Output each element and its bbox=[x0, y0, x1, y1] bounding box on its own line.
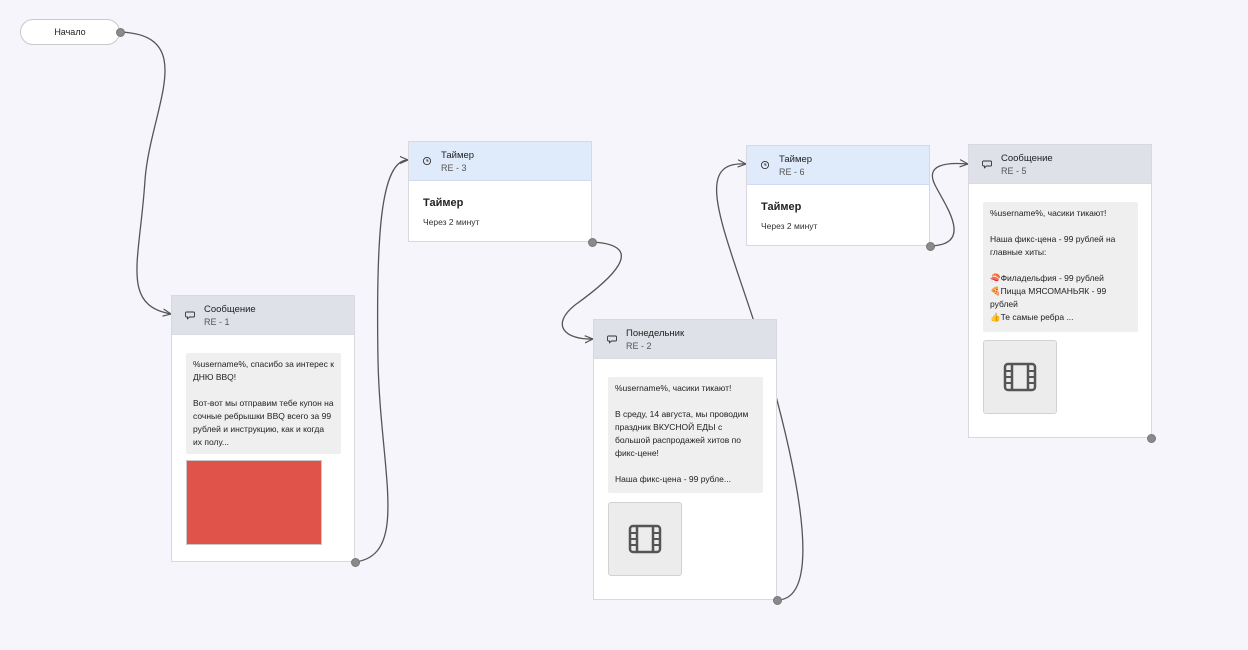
message-text-bubble: %username%, спасибо за интерес к ДНЮ BBQ… bbox=[186, 353, 341, 454]
node-title: Сообщение bbox=[1001, 153, 1053, 164]
start-output-port[interactable] bbox=[116, 28, 125, 37]
timer-body: Таймер Через 2 минут bbox=[747, 185, 929, 247]
message-node-re1[interactable]: Сообщение RE - 1 %username%, спасибо за … bbox=[171, 295, 355, 562]
start-label: Начало bbox=[54, 27, 86, 37]
message-node-re2[interactable]: Понедельник RE - 2 %username%, часики ти… bbox=[593, 319, 777, 600]
node-title: Таймер bbox=[441, 150, 475, 161]
start-node[interactable]: Начало bbox=[20, 19, 120, 45]
clock-icon bbox=[760, 160, 770, 170]
chat-bubble-icon bbox=[185, 311, 195, 320]
msg1-output-port[interactable] bbox=[351, 558, 360, 567]
node-subtitle: RE - 5 bbox=[1001, 166, 1027, 176]
node-title: Понедельник bbox=[626, 328, 685, 339]
node-subtitle: RE - 3 bbox=[441, 163, 467, 173]
film-icon bbox=[1003, 362, 1037, 392]
message-image bbox=[186, 460, 322, 545]
timer-node-re3[interactable]: Таймер RE - 3 Таймер Через 2 минут bbox=[408, 141, 592, 242]
timer-body-title: Таймер bbox=[423, 197, 464, 209]
edge-timer6-to-msg5 bbox=[929, 163, 968, 247]
message-text-bubble: %username%, часики тикают! Наша фикс-цен… bbox=[983, 202, 1138, 332]
timer6-output-port[interactable] bbox=[926, 242, 935, 251]
clock-icon bbox=[422, 156, 432, 166]
message-text-bubble: %username%, часики тикают! В среду, 14 а… bbox=[608, 377, 763, 493]
timer-body-title: Таймер bbox=[761, 201, 802, 213]
video-attachment bbox=[983, 340, 1057, 414]
node-header: Таймер RE - 3 bbox=[409, 142, 591, 181]
node-title: Таймер bbox=[779, 154, 813, 165]
edge-start-to-msg1 bbox=[119, 31, 171, 314]
timer-node-re6[interactable]: Таймер RE - 6 Таймер Через 2 минут bbox=[746, 145, 930, 246]
monday2-output-port[interactable] bbox=[773, 596, 782, 605]
timer-delay-text: Через 2 минут bbox=[761, 221, 818, 231]
chat-bubble-icon bbox=[607, 335, 617, 344]
node-header: Таймер RE - 6 bbox=[747, 146, 929, 185]
msg5-output-port[interactable] bbox=[1147, 434, 1156, 443]
edge-msg1-to-timer3 bbox=[354, 160, 408, 563]
node-header: Сообщение RE - 1 bbox=[172, 296, 354, 335]
timer-delay-text: Через 2 минут bbox=[423, 217, 480, 227]
timer-body: Таймер Через 2 минут bbox=[409, 181, 591, 243]
timer3-output-port[interactable] bbox=[588, 238, 597, 247]
node-header: Понедельник RE - 2 bbox=[594, 320, 776, 359]
node-title: Сообщение bbox=[204, 304, 256, 315]
node-subtitle: RE - 1 bbox=[204, 317, 230, 327]
node-header: Сообщение RE - 5 bbox=[969, 145, 1151, 184]
chat-bubble-icon bbox=[982, 160, 992, 169]
film-icon bbox=[628, 524, 662, 554]
node-subtitle: RE - 6 bbox=[779, 167, 805, 177]
flow-canvas[interactable]: Начало Сообщение RE - 1 %username%, спас… bbox=[0, 0, 1248, 650]
video-attachment bbox=[608, 502, 682, 576]
message-node-re5[interactable]: Сообщение RE - 5 %username%, часики тика… bbox=[968, 144, 1152, 438]
node-subtitle: RE - 2 bbox=[626, 341, 652, 351]
